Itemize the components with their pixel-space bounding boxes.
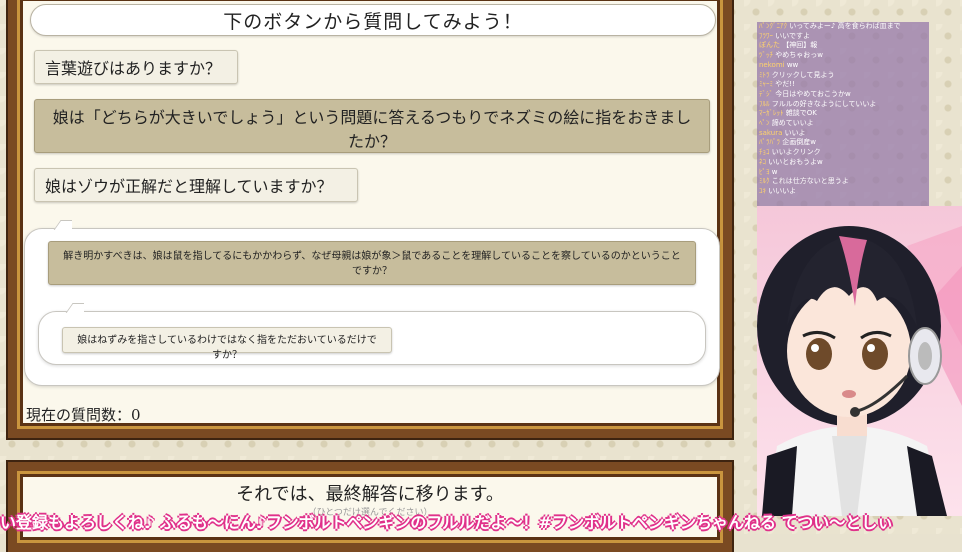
question-label: 娘はゾウが正解だと理解していますか？ xyxy=(45,177,333,196)
chat-message: nekomi ww xyxy=(759,60,799,69)
sub-question-label: 解き明かすべきは、娘は鼠を指してるにもかかわらず、なぜ母親は娘が象＞鼠であること… xyxy=(63,251,681,277)
panel-title-text: 下のボタンから質問してみよう！ xyxy=(223,10,523,33)
chat-message: ﾐﾄﾗ クリックして見よう xyxy=(759,70,835,79)
sub-sub-question-button-finger-placed[interactable]: 娘はねずみを指さしているわけではなく指をただおいているだけですか？ xyxy=(62,327,392,361)
panel-title: 下のボタンから質問してみよう！ xyxy=(30,4,716,36)
bubble-tail xyxy=(60,296,84,313)
chat-message: ﾃﾞｼﾞ 今日はやめておこうかw xyxy=(759,89,851,98)
question-label: 娘は「どちらが大きいでしょう」という問題に答えるつもりでネズミの絵に指をおきまし… xyxy=(52,108,692,151)
chat-message: ﾂﾞｯﾁ やめちゃおっw xyxy=(759,51,823,60)
question-button-elephant-correct[interactable]: 娘はゾウが正解だと理解していますか？ xyxy=(34,168,358,202)
question-button-mouse-picture[interactable]: 娘は「どちらが大きいでしょう」という問題に答えるつもりでネズミの絵に指をおきまし… xyxy=(34,99,710,153)
chat-message: ﾈｺ いいとおもうよw xyxy=(759,157,823,166)
penguin-avatar-icon xyxy=(757,226,962,516)
scrolling-ticker: い登録もよろしくね♪ ふるも〜にん♪フンボルトペンギンのフルルだよ〜！#フンボル… xyxy=(0,513,894,532)
chat-message: sakura いいよ xyxy=(759,128,806,137)
chat-message: ﾊﾟﾝｸﾞﾆｱｸ いってみよー♪ 高を食らわば皿まで xyxy=(759,22,901,30)
chat-message: ﾐｬｰﾐ やだ!! xyxy=(759,80,795,89)
chat-message: ﾊﾟﾗﾊﾟﾗ 企画倒産w xyxy=(759,138,816,147)
question-button-wordplay[interactable]: 言葉遊びはありますか？ xyxy=(34,50,238,84)
bubble-tail xyxy=(48,214,72,230)
live-chat: ﾊﾟﾝｸﾞﾆｱｸ いってみよー♪ 高を食らわば皿まで ﾌﾗﾜｰ いいですよ ぽん… xyxy=(757,22,929,206)
sub-question-button-mother-inference[interactable]: 解き明かすべきは、娘は鼠を指してるにもかかわらず、なぜ母親は娘が象＞鼠であること… xyxy=(48,241,696,285)
final-answer-heading: それでは、最終解答に移ります。 xyxy=(236,484,504,505)
chat-message: ﾌﾗﾜｰ いいですよ xyxy=(759,31,811,40)
streamer-stage xyxy=(757,206,962,516)
chat-message: ﾕｷ いいいよ xyxy=(759,186,797,195)
chat-message: ﾁｮｺ いいよクリンク xyxy=(759,148,821,157)
question-count: 現在の質問数：0 xyxy=(26,406,141,424)
chat-message: ﾏｰｶﾞﾚｯﾄ 雑談でOK xyxy=(759,109,817,118)
chat-message: ぽんた 【神回】報 xyxy=(759,41,818,50)
chat-message: ﾌﾙﾙ フルルの好きなようにしていいよ xyxy=(759,99,877,108)
chat-message: ﾐﾙｸ これは仕方ないと思うよ xyxy=(759,177,849,186)
chat-message: ﾋﾟﾖ w xyxy=(759,167,778,176)
question-label: 言葉遊びはありますか？ xyxy=(45,59,222,78)
chat-message: ﾍﾟﾝ 諦めていいよ xyxy=(759,119,814,128)
